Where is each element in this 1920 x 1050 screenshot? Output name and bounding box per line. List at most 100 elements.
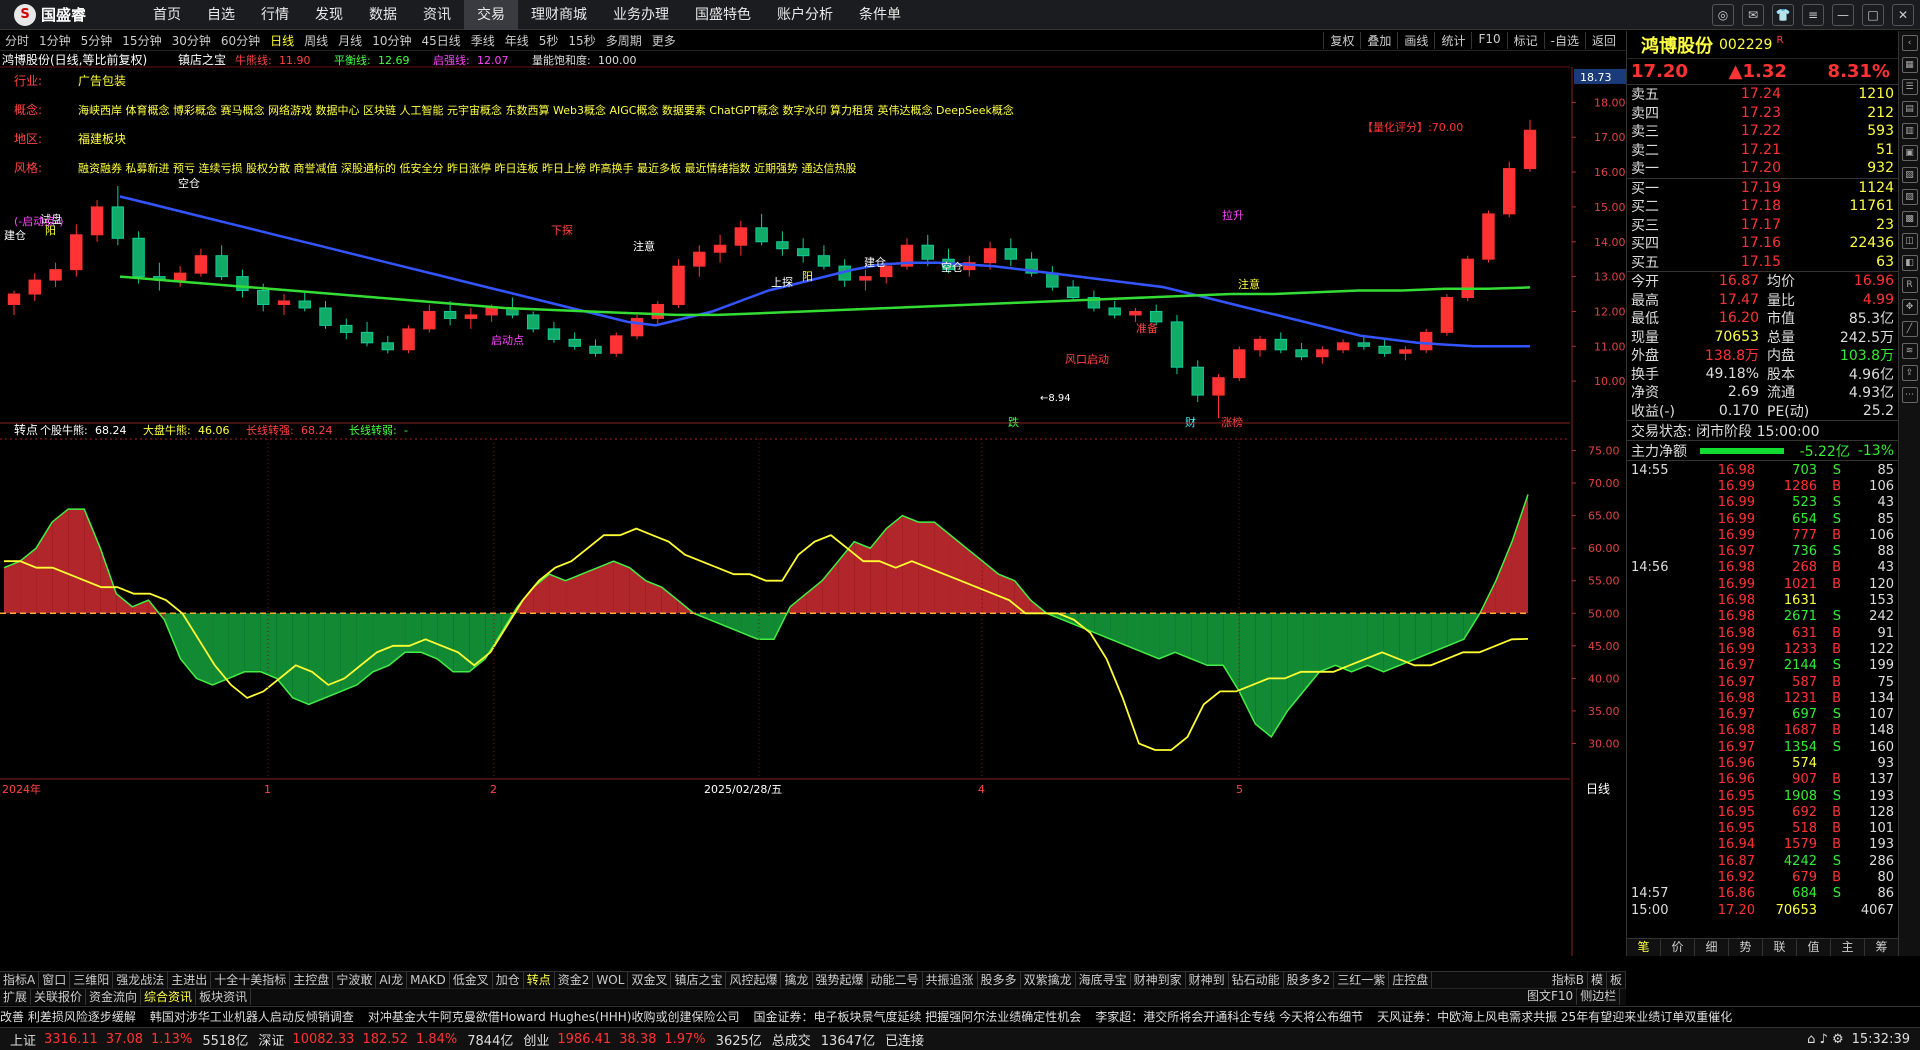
minimize-icon[interactable]: — (1832, 4, 1854, 26)
menu-item-10[interactable]: 账户分析 (764, 0, 846, 30)
indicator-tab-4[interactable]: 主进出 (168, 972, 212, 988)
share-icon[interactable]: ⇪ (1901, 365, 1918, 381)
chart-icon[interactable]: ▤ (1901, 101, 1918, 117)
indicator-tab-28[interactable]: 股多多2 (1284, 972, 1335, 988)
indicator-tab-26[interactable]: 财神到 (1186, 972, 1229, 988)
bookmark-icon[interactable]: ▨ (1901, 189, 1918, 205)
menu-item-6[interactable]: 交易 (464, 0, 518, 30)
calendar-icon[interactable]: ▣ (1901, 145, 1918, 161)
quote-tab-4[interactable]: 联 (1763, 939, 1797, 956)
indicator-tab-2[interactable]: 三维阳 (70, 972, 114, 988)
indicator-tab-19[interactable]: 强势起爆 (813, 972, 868, 988)
settings-icon[interactable]: ≡ (1802, 4, 1824, 26)
chart-tool-5[interactable]: 标记 (1506, 32, 1544, 49)
indicator-tab-12[interactable]: 转点 (524, 972, 555, 988)
side-tab-0[interactable]: 图文F10 (1524, 988, 1578, 1005)
indicator-tab-22[interactable]: 股多多 (978, 972, 1021, 988)
rsi-icon[interactable]: R (1901, 277, 1918, 293)
chart-tool-2[interactable]: 画线 (1397, 32, 1434, 49)
indicator-right-tab-2[interactable]: 板 (1607, 972, 1626, 988)
menu-item-4[interactable]: 数据 (356, 0, 410, 30)
indicator-tab-25[interactable]: 财神到家 (1131, 972, 1186, 988)
app-logo[interactable]: S 国盛睿 (0, 3, 140, 26)
quote-tab-3[interactable]: 势 (1729, 939, 1763, 956)
indicator-tab-17[interactable]: 风控起爆 (726, 972, 782, 988)
menu-item-9[interactable]: 国盛特色 (682, 0, 764, 30)
indicator-tab-8[interactable]: AI龙 (376, 972, 408, 988)
chart-tool-7[interactable]: 返回 (1584, 32, 1622, 49)
chat-icon[interactable]: ◎ (1712, 4, 1734, 26)
indicator-tab-24[interactable]: 海底寻宝 (1076, 972, 1131, 988)
news-icon[interactable]: ▥ (1901, 123, 1918, 139)
report-icon[interactable]: ◫ (1901, 233, 1918, 249)
indicator-tab-30[interactable]: 庄控盘 (1389, 972, 1433, 988)
news-ticker[interactable]: 改善 利差损风险逐步缓解 韩国对涉华工业机器人启动反倾销调查 对冲基金大牛阿克曼欲借… (0, 1006, 1920, 1026)
indicator-right-tab-1[interactable]: 模 (1588, 972, 1607, 988)
period-14[interactable]: 15秒 (563, 32, 600, 49)
info-tab-0[interactable]: 扩展 (0, 989, 32, 1005)
indicator-tab-13[interactable]: 资金2 (555, 972, 594, 988)
status-icons[interactable]: ⌂ ♪ ⚙ (1807, 1032, 1843, 1047)
period-15[interactable]: 多周期 (601, 32, 647, 49)
indicator-tab-21[interactable]: 共振追涨 (923, 972, 978, 988)
message-icon[interactable]: ✉ (1742, 4, 1764, 26)
indicator-tab-16[interactable]: 镇店之宝 (671, 972, 727, 988)
layers-icon[interactable]: ◧ (1901, 255, 1918, 271)
menu-item-7[interactable]: 理财商城 (518, 0, 600, 30)
indicator-tab-27[interactable]: 钻石动能 (1229, 972, 1284, 988)
news-item[interactable]: 韩国对涉华工业机器人启动反倾销调查 (150, 1008, 354, 1025)
period-6[interactable]: 日线 (265, 32, 299, 49)
indicator-tab-23[interactable]: 双紫擒龙 (1021, 972, 1076, 988)
period-1[interactable]: 1分钟 (34, 32, 76, 49)
news-item[interactable]: 对冲基金大牛阿克曼欲借Howard Hughes(HHH)收购或创建保险公司 (368, 1008, 740, 1025)
period-2[interactable]: 5分钟 (76, 32, 118, 49)
grid-icon[interactable]: ▦ (1901, 57, 1918, 73)
period-5[interactable]: 60分钟 (216, 32, 265, 49)
maximize-icon[interactable]: □ (1862, 4, 1884, 26)
chart-tool-1[interactable]: 叠加 (1360, 32, 1397, 49)
indicator-tab-11[interactable]: 加仓 (493, 972, 524, 988)
doc-icon[interactable]: ▩ (1901, 211, 1918, 227)
news-item[interactable]: 天风证券：中欧海上风电需求共振 25年有望迎来业绩订单双重催化 (1377, 1008, 1732, 1025)
quote-tab-0[interactable]: 笔 (1627, 939, 1661, 956)
collapse-icon[interactable]: ‹ (1901, 35, 1918, 51)
period-9[interactable]: 10分钟 (367, 32, 416, 49)
news-item[interactable]: 李家超：港交所将会开通科企专线 今天将公布细节 (1095, 1008, 1363, 1025)
period-16[interactable]: 更多 (647, 32, 681, 49)
indicator-tab-3[interactable]: 强龙战法 (113, 972, 169, 988)
quote-tab-2[interactable]: 细 (1695, 939, 1729, 956)
menu-item-2[interactable]: 行情 (248, 0, 302, 30)
period-3[interactable]: 15分钟 (117, 32, 166, 49)
indicator-tab-9[interactable]: MAKD (407, 972, 450, 988)
line-icon[interactable]: ╱ (1901, 321, 1918, 337)
indicator-tab-10[interactable]: 低金叉 (450, 972, 493, 988)
info-tab-3[interactable]: 综合资讯 (141, 989, 197, 1005)
indicator-tab-1[interactable]: 窗口 (39, 972, 71, 988)
period-7[interactable]: 周线 (299, 32, 333, 49)
news-item[interactable]: 国金证券：电子板块景气度延续 把握强阿尔法业绩确定性机会 (753, 1008, 1081, 1025)
period-12[interactable]: 年线 (500, 32, 534, 49)
period-11[interactable]: 季线 (466, 32, 500, 49)
chart-tool-4[interactable]: F10 (1471, 32, 1506, 49)
more-icon[interactable]: ⋯ (1901, 387, 1918, 403)
period-4[interactable]: 30分钟 (167, 32, 216, 49)
chart-area[interactable]: 鸿博股份(日线,等比前复权) 镇店之宝 牛熊线: 11.90 平衡线: 12.69 启强线:… (0, 51, 1626, 956)
menu-item-3[interactable]: 发现 (302, 0, 356, 30)
indicator-tab-14[interactable]: WOL (593, 972, 629, 988)
news-item[interactable]: 改善 利差损风险逐步缓解 (0, 1008, 136, 1025)
quote-tab-6[interactable]: 主 (1831, 939, 1865, 956)
stack-icon[interactable]: ≋ (1901, 343, 1918, 359)
period-13[interactable]: 5秒 (534, 32, 564, 49)
menu-item-0[interactable]: 首页 (140, 0, 194, 30)
tick-list[interactable]: 14:55 16.98 703 S 85 16.99 1286 B 106 16.99 523 S 43… (1627, 460, 1898, 918)
chart-tool-6[interactable]: -自选 (1543, 32, 1585, 49)
indicator-tab-20[interactable]: 动能二号 (868, 972, 923, 988)
quote-tab-5[interactable]: 值 (1797, 939, 1831, 956)
chart-tool-3[interactable]: 统计 (1434, 32, 1471, 49)
indicator-right-tab-0[interactable]: 指标B (1549, 972, 1588, 988)
menu-item-11[interactable]: 条件单 (846, 0, 914, 30)
info-tab-4[interactable]: 板块资讯 (196, 989, 252, 1005)
move-icon[interactable]: ✥ (1901, 299, 1918, 315)
indicator-tab-18[interactable]: 擒龙 (781, 972, 813, 988)
indicator-tab-6[interactable]: 主控盘 (290, 972, 334, 988)
